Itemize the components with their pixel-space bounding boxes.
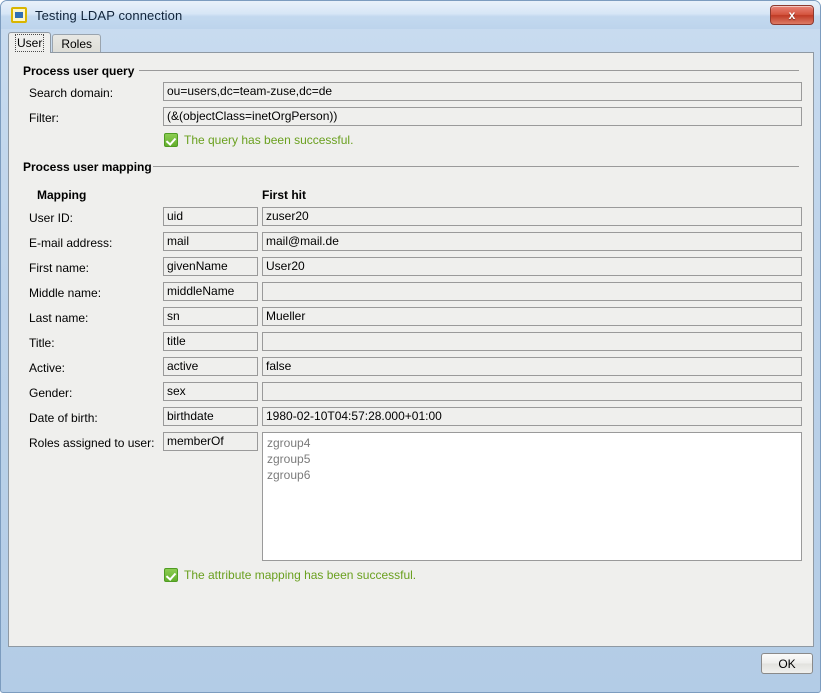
group-title-process-user-mapping: Process user mapping	[23, 160, 152, 174]
label-user-id: User ID:	[29, 211, 73, 225]
tab-roles[interactable]: Roles	[52, 34, 101, 53]
input-mapping-last-name[interactable]: sn	[163, 307, 258, 326]
footer-bar: OK	[8, 649, 814, 685]
input-first-hit-last-name[interactable]: Mueller	[262, 307, 802, 326]
input-filter[interactable]: (&(objectClass=inetOrgPerson))	[163, 107, 802, 126]
input-first-hit-active[interactable]: false	[262, 357, 802, 376]
close-icon: x	[789, 9, 796, 21]
ok-button-label: OK	[778, 657, 795, 671]
group-rule-query	[139, 70, 799, 71]
dialog-window: Testing LDAP connection x User Roles Pro…	[0, 0, 821, 693]
label-email-address: E-mail address:	[29, 236, 112, 250]
input-mapping-title[interactable]: title	[163, 332, 258, 351]
input-mapping-gender[interactable]: sex	[163, 382, 258, 401]
label-last-name: Last name:	[29, 311, 88, 325]
status-mapping: The attribute mapping has been successfu…	[164, 568, 416, 582]
input-mapping-first-name[interactable]: givenName	[163, 257, 258, 276]
label-first-name: First name:	[29, 261, 89, 275]
label-date-of-birth: Date of birth:	[29, 411, 98, 425]
list-item: zgroup6	[267, 467, 797, 483]
group-rule-mapping	[153, 166, 799, 167]
status-query-text: The query has been successful.	[184, 133, 353, 147]
window-icon	[11, 7, 27, 23]
input-mapping-date-of-birth[interactable]: birthdate	[163, 407, 258, 426]
input-first-hit-date-of-birth[interactable]: 1980-02-10T04:57:28.000+01:00	[262, 407, 802, 426]
check-icon	[164, 133, 178, 147]
window-title: Testing LDAP connection	[35, 8, 182, 23]
tab-roles-label: Roles	[61, 37, 92, 51]
label-middle-name: Middle name:	[29, 286, 101, 300]
group-title-process-user-query: Process user query	[23, 64, 134, 78]
label-active: Active:	[29, 361, 65, 375]
check-icon	[164, 568, 178, 582]
column-header-first-hit: First hit	[262, 188, 306, 202]
ok-button[interactable]: OK	[761, 653, 813, 674]
input-first-hit-user-id[interactable]: zuser20	[262, 207, 802, 226]
label-gender: Gender:	[29, 386, 72, 400]
input-mapping-roles[interactable]: memberOf	[163, 432, 258, 451]
input-first-hit-middle-name[interactable]	[262, 282, 802, 301]
title-bar: Testing LDAP connection x	[1, 1, 820, 29]
close-button[interactable]: x	[770, 5, 814, 25]
textarea-roles-first-hit[interactable]: zgroup4 zgroup5 zgroup6	[262, 432, 802, 561]
tab-user-label: User	[17, 36, 42, 50]
label-filter: Filter:	[29, 111, 59, 125]
tab-strip: User Roles	[8, 32, 815, 53]
input-mapping-middle-name[interactable]: middleName	[163, 282, 258, 301]
input-first-hit-first-name[interactable]: User20	[262, 257, 802, 276]
list-item: zgroup5	[267, 451, 797, 467]
label-title: Title:	[29, 336, 55, 350]
column-header-mapping: Mapping	[37, 188, 86, 202]
status-mapping-text: The attribute mapping has been successfu…	[184, 568, 416, 582]
tab-content-user: Process user query Search domain: ou=use…	[8, 52, 814, 647]
input-mapping-user-id[interactable]: uid	[163, 207, 258, 226]
label-search-domain: Search domain:	[29, 86, 113, 100]
input-first-hit-title[interactable]	[262, 332, 802, 351]
input-mapping-email-address[interactable]: mail	[163, 232, 258, 251]
label-roles-assigned-to-user: Roles assigned to user:	[29, 436, 154, 450]
input-first-hit-email-address[interactable]: mail@mail.de	[262, 232, 802, 251]
input-mapping-active[interactable]: active	[163, 357, 258, 376]
input-search-domain[interactable]: ou=users,dc=team-zuse,dc=de	[163, 82, 802, 101]
input-first-hit-gender[interactable]	[262, 382, 802, 401]
list-item: zgroup4	[267, 435, 797, 451]
status-query: The query has been successful.	[164, 133, 353, 147]
tab-user[interactable]: User	[8, 32, 51, 53]
